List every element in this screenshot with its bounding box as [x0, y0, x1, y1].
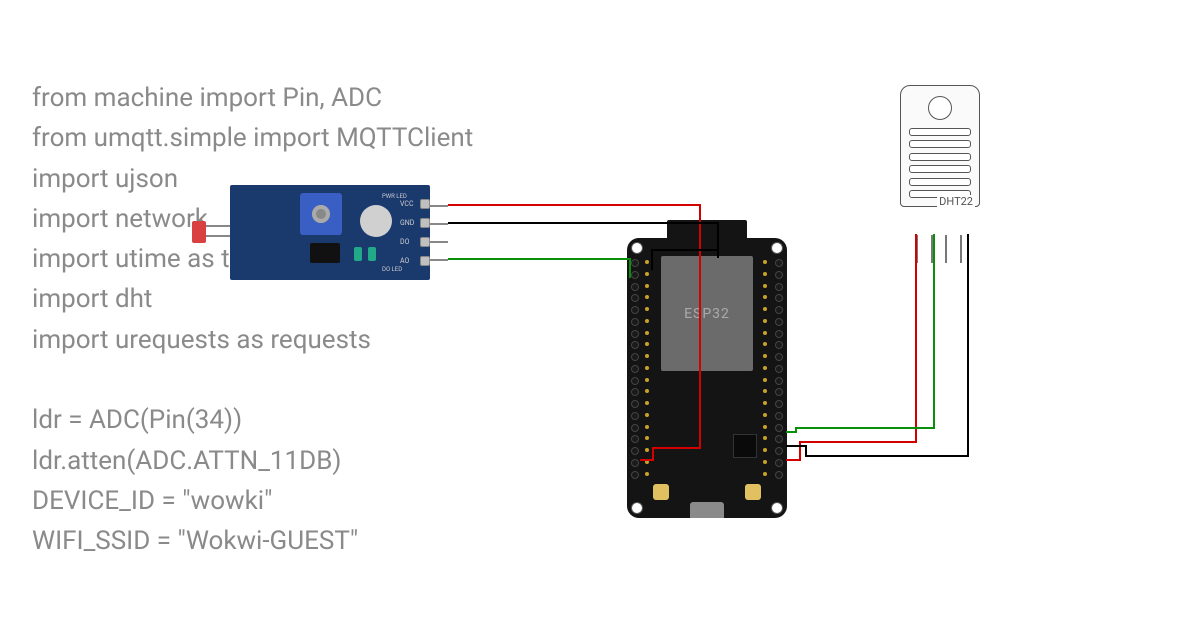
esp32-right-pads — [763, 260, 769, 476]
wire-dht-data — [786, 234, 934, 432]
esp32-rf-shield: ESP32 — [661, 256, 753, 371]
dht22-pins — [910, 235, 968, 263]
ldr-potentiometer[interactable] — [300, 193, 342, 235]
esp32-label: ESP32 — [684, 306, 730, 322]
ldr-pcb: PWR LED DO LED VCC GND DO AO — [230, 185, 430, 280]
esp32-boot-button[interactable] — [745, 484, 761, 500]
esp32-usb-chip — [733, 434, 757, 458]
ldr-pwr-led — [354, 247, 362, 261]
wire-ldr-ao — [448, 259, 630, 278]
dht22-body: DHT22 — [900, 85, 980, 207]
ldr-module[interactable]: PWR LED DO LED VCC GND DO AO — [192, 185, 432, 280]
dht22-grill — [909, 128, 971, 198]
wire-dht-vcc — [786, 234, 916, 460]
esp32-left-pads — [645, 260, 651, 476]
esp32-micro-usb[interactable] — [690, 502, 724, 518]
esp32-right-header[interactable] — [773, 258, 785, 478]
esp32-en-button[interactable] — [653, 484, 669, 500]
code-snippet: from machine import Pin, ADC from umqtt.… — [32, 78, 473, 562]
ldr-pin-header: VCC GND DO AO — [400, 195, 430, 270]
dht22-mounting-hole — [928, 96, 952, 120]
esp32-antenna — [667, 220, 747, 238]
ldr-photoresistor — [192, 221, 206, 243]
ldr-do-led — [368, 247, 376, 261]
esp32-left-header[interactable] — [629, 258, 641, 478]
dht22-sensor[interactable]: DHT22 — [900, 85, 978, 235]
ldr-comparator-chip — [310, 243, 340, 263]
ldr-cell-icon — [360, 205, 392, 237]
wire-dht-gnd — [786, 234, 968, 456]
dht22-label: DHT22 — [937, 195, 975, 208]
esp32-devkit[interactable]: ESP32 — [627, 238, 787, 518]
